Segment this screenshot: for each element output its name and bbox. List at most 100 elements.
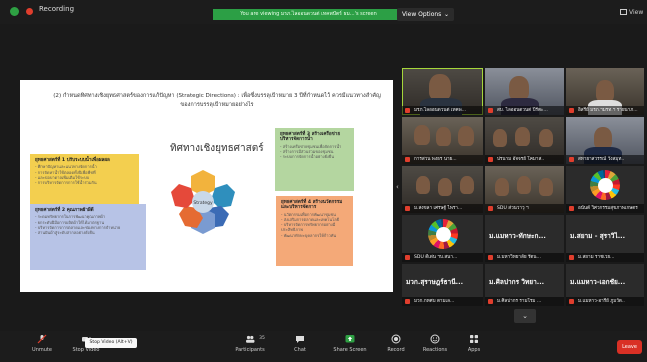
grid-view-icon — [620, 9, 627, 15]
video-tile-4[interactable]: การสวน พงธร นาย... — [402, 117, 483, 164]
tile-13-display-name: มวก.สุราษฎร์ธานี... — [406, 278, 464, 286]
unmute-label: Unmute — [32, 347, 52, 353]
tile-3-name: อิสรีย์ มรภ.ฯมรท.ฯ รายนาภ... — [578, 108, 638, 113]
tile-8-name: SDU ส่วนวาวุ ฯ — [497, 206, 529, 211]
zoom-meeting-window: Recording You are viewing มรภ.ไลออนดวนต่… — [0, 0, 647, 362]
video-tile-15[interactable]: ม.แมหาว-เอกชัย... ม.แมหาว-อารีย์ ภูมวัต.… — [566, 264, 644, 306]
mic-muted-icon — [569, 108, 574, 113]
mic-muted-icon — [37, 334, 47, 344]
view-options-label: View Options — [402, 11, 442, 18]
video-tile-10[interactable]: SDU ดีเด่น ฯบ.สนา... — [402, 215, 483, 262]
tile-9-name: อนันต์ วิศวกรรมสุขภาพเกษตร — [578, 206, 638, 211]
recording-dot-icon — [26, 8, 33, 15]
tile-13-name: มวก.กหศบ ตามเล... — [414, 299, 455, 304]
video-tile-14[interactable]: ม.ศิลปากร วิทยา... ม.ศิลปากร รามโรม ... — [485, 264, 564, 306]
video-tile-12[interactable]: ม.สยาม - สุราวิไ... ม.สยาม ราชเวย... — [566, 215, 644, 262]
chat-button[interactable]: Chat — [290, 334, 310, 353]
strategy-box-2-title: ยุทธศาสตร์ที่ 2 คุณภาพผ้าผีดี — [35, 208, 94, 213]
apps-label: Apps — [467, 347, 481, 353]
shared-screen-slide: (2) กำหนดทิศทางเชิงยุทธศาสตร์ของการแก้ปั… — [20, 80, 393, 292]
tile-1-name: มรภ.ไลออนดวนต่ เทคพ... — [414, 108, 466, 113]
leave-button[interactable]: Leave — [617, 340, 642, 354]
mic-muted-icon — [569, 157, 574, 162]
tile-14-name: ม.ศิลปากร รามโรม ... — [497, 299, 542, 304]
reactions-label: Reactions — [422, 347, 448, 353]
mic-muted-icon — [405, 255, 410, 260]
view-options-button[interactable]: View Options ⌄ — [397, 8, 454, 21]
tile-11-display-name: ม.แมหาว-ทักษะก... — [489, 232, 546, 240]
strategy-box-1: ยุทธศาสตร์ที่ 1 ปรับระบบน้ำเพื่อผลผล - ศ… — [30, 154, 139, 206]
view-button[interactable]: View — [620, 9, 643, 16]
tile-6-name: สทายาสวรรณ์ วังสมุท.. — [578, 157, 625, 162]
reactions-smiley-icon — [430, 334, 440, 344]
view-label: View — [629, 9, 644, 16]
chat-label: Chat — [294, 347, 306, 353]
chat-icon — [296, 336, 304, 343]
sdg-logo-icon — [590, 170, 620, 200]
strategy-box-4-title: ยุทธศาสตร์ที่ 4 สร้างนวัตกรรมและบริหารจั… — [281, 200, 343, 211]
mic-muted-icon — [569, 299, 574, 304]
video-tile-3[interactable]: อิสรีย์ มรภ.ฯมรท.ฯ รายนาภ... — [566, 68, 644, 115]
tile-2-name: สบ. ไลออนดวนต่ ปีร์ตะ... — [497, 108, 548, 113]
video-tile-13[interactable]: มวก.สุราษฎร์ธานี... มวก.กหศบ ตามเล... — [402, 264, 483, 306]
video-tile-8[interactable]: SDU ส่วนวาวุ ฯ — [485, 166, 564, 213]
gallery-scroll-down-button[interactable]: ⌄ — [514, 309, 536, 323]
security-shield-icon[interactable] — [10, 7, 19, 16]
record-icon — [391, 334, 401, 344]
apps-icon — [470, 335, 478, 343]
strategy-wheel-label: Strategy — [193, 200, 213, 206]
record-button[interactable]: Record — [384, 334, 408, 353]
tile-14-display-name: ม.ศิลปากร วิทยา... — [489, 278, 545, 286]
share-screen-button[interactable]: Share Screen — [330, 334, 370, 353]
mic-muted-icon — [405, 206, 410, 211]
tile-15-name: ม.แมหาว-อารีย์ ภูมวัต.. — [578, 299, 625, 304]
chevron-down-icon: ⌄ — [443, 11, 449, 18]
strategy-box-1-title: ยุทธศาสตร์ที่ 1 ปรับระบบน้ำเพื่อผลผล — [35, 158, 110, 163]
video-tile-2[interactable]: สบ. ไลออนดวนต่ ปีร์ตะ... — [485, 68, 564, 115]
tile-12-name: ม.สยาม ราชเวย... — [578, 255, 615, 260]
tile-5-name: ปรนาม อัจจรย์ โคมาส.. — [497, 157, 545, 162]
mic-muted-icon — [405, 299, 410, 304]
mic-muted-icon — [488, 206, 493, 211]
video-tile-7[interactable]: ม.สงขลา เศรษฐ์ ไพรา... — [402, 166, 483, 213]
recording-label: Recording — [39, 5, 75, 13]
strategy-box-1-body: - ศึกษาปัญหาและแนวทางจัดการน้ำ - การจัดห… — [35, 164, 97, 186]
mic-muted-icon — [488, 299, 493, 304]
slide-title: (2) กำหนดทิศทางเชิงยุทธศาสตร์ของการแก้ปั… — [53, 93, 381, 108]
video-tile-6[interactable]: สทายาสวรรณ์ วังสมุท.. — [566, 117, 644, 164]
tile-4-name: การสวน พงธร นาย... — [414, 157, 457, 162]
strategy-box-4: ยุทธศาสตร์ที่ 4 สร้างนวัตกรรมและบริหารจั… — [276, 196, 353, 266]
record-label: Record — [387, 347, 405, 353]
share-screen-label: Share Screen — [333, 347, 367, 353]
tile-15-display-name: ม.แมหาว-เอกชัย... — [570, 278, 626, 286]
chevron-down-icon: ⌄ — [522, 312, 528, 320]
mic-muted-icon — [488, 255, 493, 260]
participants-icon — [246, 335, 255, 343]
mic-muted-icon — [405, 157, 410, 162]
strategy-box-3-body: - สร้างเครือข่ายชุมชนเพื่อจัดการน้ำ - สร… — [280, 143, 342, 160]
tile-7-name: ม.สงขลา เศรษฐ์ ไพรา... — [414, 206, 463, 211]
tile-11-name: ม.มหาวิทยาลัย รัตน... — [497, 255, 541, 260]
video-tile-1[interactable]: มรภ.ไลออนดวนต่ เทคพ... — [402, 68, 483, 115]
video-tile-9[interactable]: อนันต์ วิศวกรรมสุขภาพเกษตร — [566, 166, 644, 213]
strategy-box-3: ยุทธศาสตร์ที่ 3 สร้างเครือข่ายบริหารจัดก… — [275, 128, 354, 191]
apps-button[interactable]: Apps — [464, 334, 484, 353]
sdg-logo-icon — [428, 219, 458, 249]
reactions-button[interactable]: Reactions — [420, 334, 450, 353]
strategy-box-4-body: - นวัตกรรมเพื่อการพัฒนาชุมชน - ส่งเสริมก… — [281, 211, 340, 238]
participants-label: Participants — [235, 347, 265, 353]
tile-12-display-name: ม.สยาม - สุราวิไ... — [570, 232, 626, 240]
strategy-center-title: ทิศทางเชิงยุทธศาสตร์ — [170, 143, 264, 154]
gallery-prev-icon[interactable]: ‹ — [396, 183, 399, 191]
strategy-box-2: ยุทธศาสตร์ที่ 2 คุณภาพผ้าผีดี - ระดมทรัพ… — [30, 204, 146, 270]
mic-muted-icon — [569, 206, 574, 211]
viewing-screen-banner: You are viewing มรภ.ไลออนดวนต่ เทคพปัตร์… — [213, 9, 404, 20]
share-screen-icon — [345, 335, 355, 343]
strategy-wheel-graphic: Strategy — [171, 170, 235, 234]
video-tile-5[interactable]: ปรนาม อัจจรย์ โคมาส.. — [485, 117, 564, 164]
video-tile-11[interactable]: ม.แมหาว-ทักษะก... ม.มหาวิทยาลัย รัตน... — [485, 215, 564, 262]
unmute-button[interactable]: Unmute — [28, 334, 56, 353]
strategy-box-2-body: - ระดมทรัพยากรในการพัฒนาคุณภาพผ้า - ยกระ… — [35, 214, 121, 236]
mic-muted-icon — [405, 108, 410, 113]
top-bar: Recording You are viewing มรภ.ไลออนดวนต่… — [0, 0, 647, 24]
